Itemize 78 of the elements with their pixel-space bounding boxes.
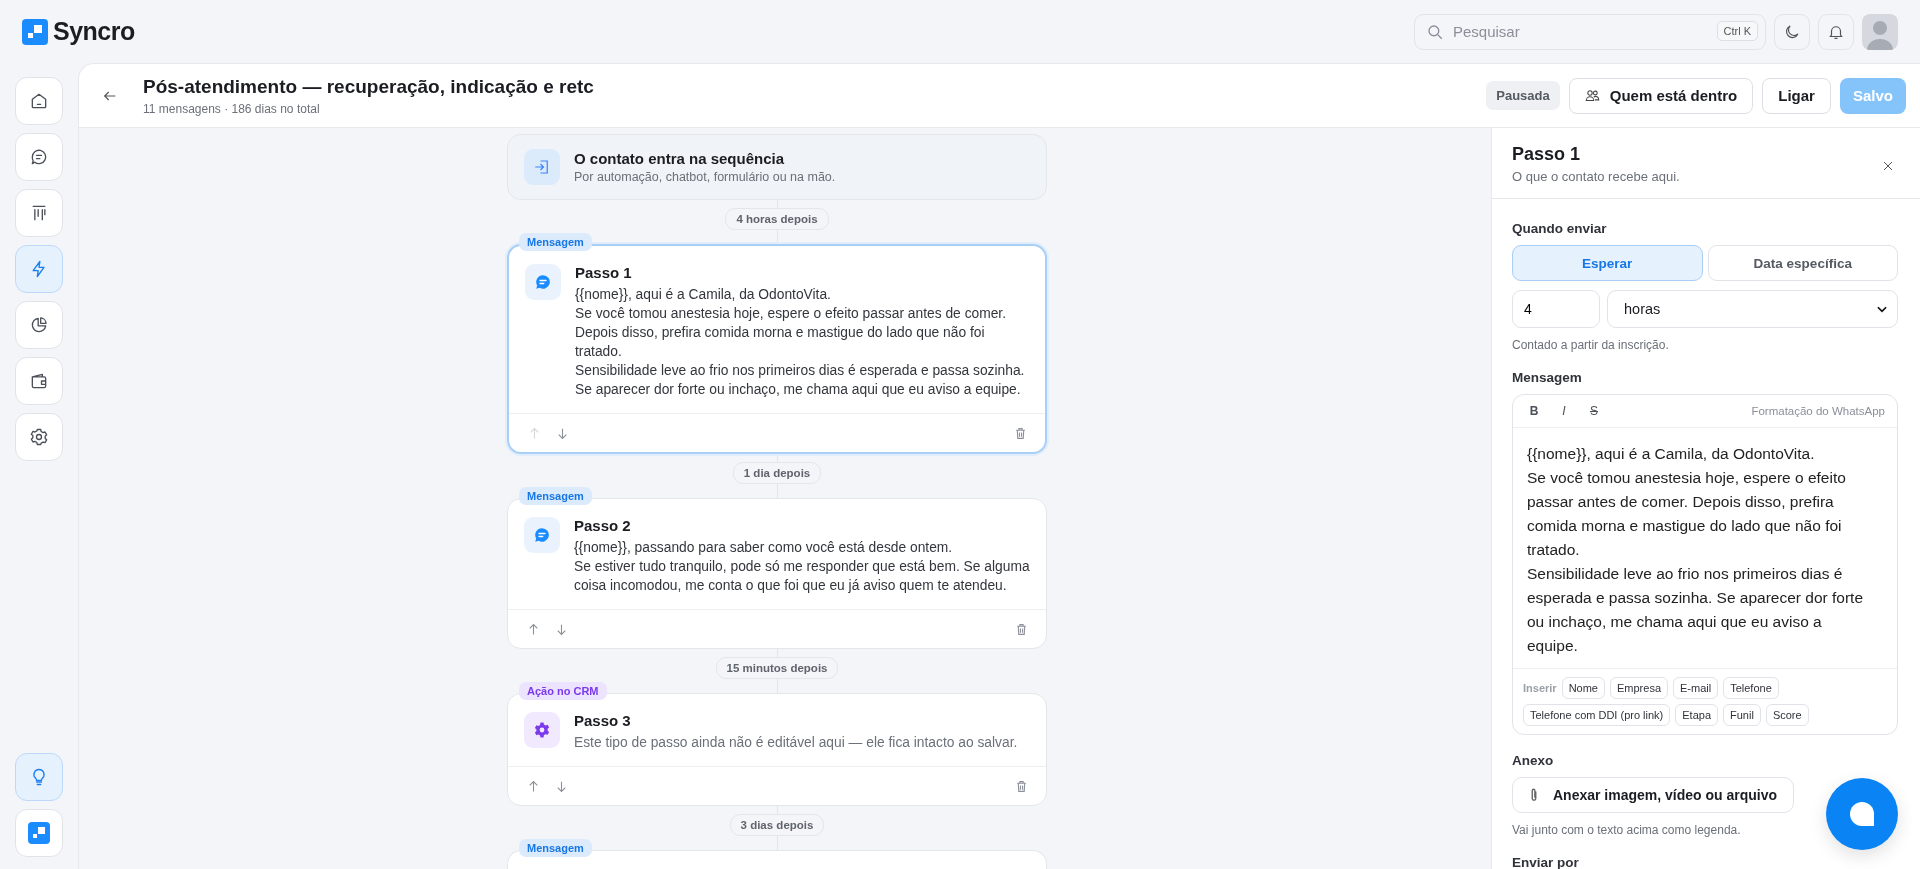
enter-icon [524,149,560,185]
variable-chip[interactable]: Nome [1561,677,1605,699]
trash-icon [1013,426,1027,440]
pie-chart-icon [29,315,49,335]
format-button[interactable]: S [1585,404,1603,418]
variable-chip[interactable]: Telefone [1723,677,1779,699]
home-icon [29,91,49,111]
gear-icon [524,712,560,748]
section-label: Mensagem [1512,370,1583,385]
logo-icon [28,822,50,844]
variable-chip[interactable]: Funil [1723,704,1761,726]
variable-chip[interactable]: Empresa [1610,677,1668,699]
sidebar-item[interactable] [15,301,63,349]
avatar[interactable] [1862,13,1898,50]
turn-on-button[interactable]: Ligar [1762,77,1831,114]
variable-chip[interactable]: E-mail [1673,677,1719,699]
message-editor[interactable] [1512,394,1898,735]
logo-text: Syncro [53,17,135,46]
sidebar-item[interactable] [15,189,63,237]
settings-icon [29,427,49,447]
trash-icon [1014,779,1028,793]
step-type-tag: Mensagem [519,233,592,251]
delay-pill: 3 dias depois [729,814,825,836]
sidebar-item[interactable] [15,77,63,125]
helper-text: Contado a partir da inscrição. [1512,338,1670,352]
helper-text: Vai junto com o texto acima como legenda. [1512,823,1742,837]
sidebar-item[interactable] [15,413,63,461]
wallet-icon [29,371,49,391]
section-label: Enviar por [1512,855,1579,869]
members-button[interactable]: Quem está dentro [1568,77,1754,114]
entry-subtitle: Por automação, chatbot, formulário ou na mão. [574,170,836,184]
close-icon [1882,159,1894,173]
insert-label: Inserir [1523,682,1557,694]
theme-toggle-button[interactable] [1774,13,1810,50]
panel-subtitle: O que o contato recebe aqui. [1512,169,1680,184]
sidebar-item[interactable] [15,133,63,181]
status-badge: Pausada [1486,81,1560,110]
variable-chip[interactable]: Etapa [1675,704,1719,726]
step-type-tag: Mensagem [519,839,592,857]
amount-input[interactable]: 4 [1512,290,1600,328]
formatting-hint: Formatação do WhatsApp [1751,405,1885,417]
step-message: Este tipo de passo ainda não é editável aqui — ele fica intacto ao salvar. [574,734,1018,752]
format-button[interactable]: I [1555,404,1573,418]
chat-bubble-icon [1849,801,1875,827]
step-type-tag: Ação no CRM [519,682,607,700]
step-message: {{nome}}, aqui é a Camila, da OdontoVita. Se você tomou anestesia hoje, espere o efeito passar antes de comer. Depois disso, prefira comida morna e mastigue do lado que não foi tratado. Sensibilidade leve ao frio nos primeiros dias é esperada e passa sozinha. Se aparecer dor forte ou inchaço, me chama aqui que eu aviso a equipe. [575,286,1026,399]
page-subtitle: 11 mensagens · 186 dias no total [143,101,321,116]
chat-icon [29,147,49,167]
message-text: {{nome}}, aqui é a Camila, da OdontoVita. Se você tomou anestesia hoje, espere o efeito passar antes de comer. Depois disso, prefira comida morna e mastigue do lado que não foi tratado. Sensibilidade leve ao frio nos primeiros dias é esperada e passa sozinha. Se aparecer dor forte ou inchaço, me chama aqui que eu aviso a equipe. [1526,444,1865,656]
delay-pill: 15 minutos depois [715,657,839,679]
step-title: Passo 2 [574,517,632,534]
attach-button[interactable]: Anexar imagem, vídeo ou arquivo [1512,777,1795,813]
mode-toggle[interactable]: Data específica [1707,245,1898,281]
section-label: Quando enviar [1512,221,1608,236]
paperclip-icon [1529,788,1539,802]
logo-icon [22,18,48,45]
step-type-tag: Mensagem [519,487,592,505]
step-title: Passo 3 [574,712,632,729]
variable-chip[interactable]: Telefone com DDI (pro link) [1523,704,1671,726]
section-label: Anexo [1512,753,1555,768]
delay-pill: 1 dia depois [732,462,822,484]
sidebar-item[interactable] [15,357,63,405]
unit-select[interactable]: horas [1607,290,1898,328]
sidebar-item[interactable] [15,809,63,857]
step-message: {{nome}}, passando para saber como você está desde ontem. Se estiver tudo tranquilo, pode só me responder que está bem. Se alguma coisa incomodou, me conta o que foi que eu já aviso quem te atendeu. [574,539,1030,595]
trash-icon [1014,622,1028,636]
variable-chip[interactable]: Score [1765,704,1809,726]
chat-bubble-icon [525,264,561,300]
format-button[interactable]: B [1525,404,1543,418]
entry-title: O contato entra na sequência [574,150,786,167]
chat-bubble-icon [524,517,560,553]
mode-toggle[interactable]: Esperar [1512,245,1703,281]
panel-title: Passo 1 [1512,144,1582,165]
page-title: Pós-atendimento — recuperação, indicação e retc [143,75,595,98]
step-title: Passo 1 [575,264,633,281]
delay-pill: 4 horas depois [725,208,829,230]
notifications-button[interactable] [1818,13,1854,50]
people-icon [1584,88,1600,103]
